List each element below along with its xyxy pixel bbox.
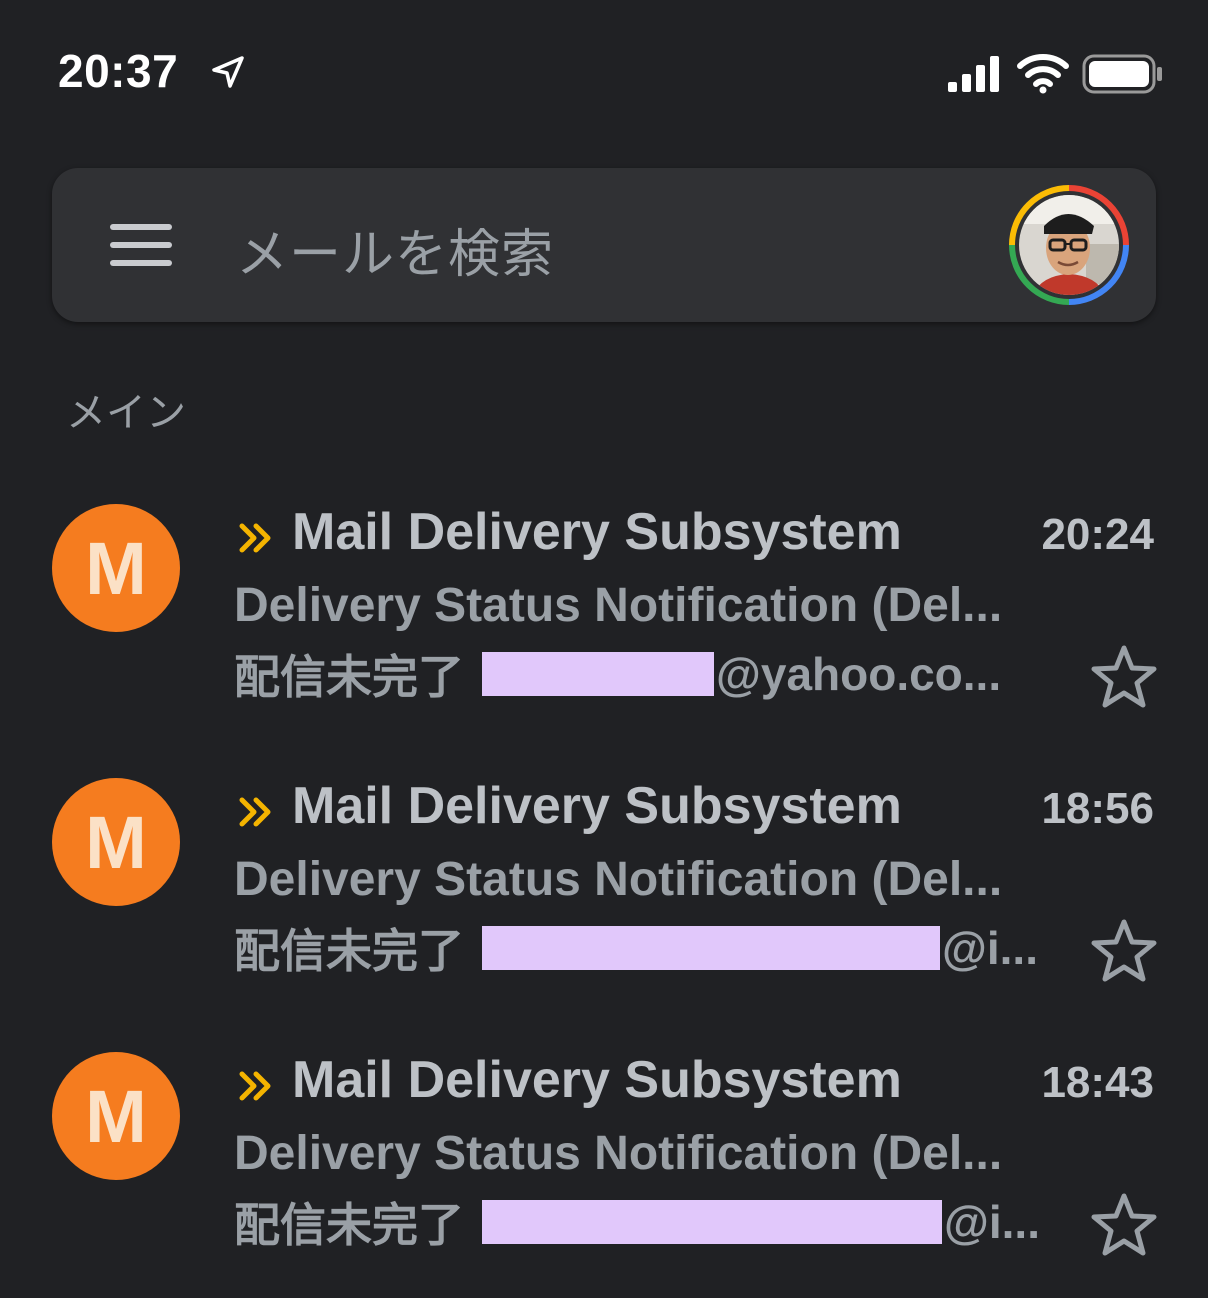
sender-name: Mail Delivery Subsystem <box>292 1051 902 1109</box>
status-time: 20:37 <box>58 45 179 97</box>
snippet-prefix: 配信未完了 <box>234 1198 464 1252</box>
email-time: 20:24 <box>1041 510 1154 559</box>
email-snippet: 配信未完了 @yahoo.co... <box>234 644 1001 704</box>
email-time: 18:56 <box>1041 784 1154 833</box>
wifi-icon <box>1017 54 1069 94</box>
location-arrow-icon <box>212 56 244 88</box>
snippet-prefix: 配信未完了 <box>234 924 464 978</box>
redaction-block <box>482 1200 942 1244</box>
redaction-block <box>482 926 940 970</box>
battery-icon <box>1082 54 1162 94</box>
email-subject: Delivery Status Notification (Del... <box>234 1127 1003 1180</box>
snippet-suffix: @i... <box>942 922 1038 974</box>
important-marker-icon <box>239 797 271 827</box>
sender-avatar[interactable]: M <box>52 778 180 906</box>
snippet-suffix: @yahoo.co... <box>716 648 1002 700</box>
account-avatar[interactable] <box>1008 184 1130 306</box>
email-time: 18:43 <box>1041 1058 1154 1107</box>
search-bar[interactable]: メールを検索 <box>52 168 1156 322</box>
email-list-item[interactable]: M Mail Delivery Subsystem 18:56 Delivery… <box>0 777 1208 1028</box>
email-list-item[interactable]: M Mail Delivery Subsystem 18:43 Delivery… <box>0 1051 1208 1298</box>
status-bar: 20:37 <box>0 0 1208 150</box>
sender-avatar[interactable]: M <box>52 504 180 632</box>
star-outline-icon[interactable] <box>1090 918 1158 984</box>
snippet-prefix: 配信未完了 <box>234 650 464 704</box>
redaction-block <box>482 652 714 696</box>
search-input[interactable]: メールを検索 <box>236 212 554 287</box>
email-snippet: 配信未完了 @i... <box>234 1192 1040 1252</box>
email-subject: Delivery Status Notification (Del... <box>234 853 1003 906</box>
hamburger-menu-icon[interactable] <box>110 222 174 268</box>
cellular-signal-icon <box>948 56 999 92</box>
gmail-inbox-screen: 20:37 メールを検索 メイン M Mail Delivery Subsyst… <box>0 0 1208 1298</box>
sender-name: Mail Delivery Subsystem <box>292 503 902 561</box>
important-marker-icon <box>239 1071 271 1101</box>
star-outline-icon[interactable] <box>1090 1192 1158 1258</box>
sender-name: Mail Delivery Subsystem <box>292 777 902 835</box>
section-label-primary: メイン <box>66 390 186 436</box>
email-subject: Delivery Status Notification (Del... <box>234 579 1003 632</box>
snippet-suffix: @i... <box>944 1196 1040 1248</box>
email-snippet: 配信未完了 @i... <box>234 918 1038 978</box>
email-list-item[interactable]: M Mail Delivery Subsystem 20:24 Delivery… <box>0 503 1208 754</box>
sender-avatar[interactable]: M <box>52 1052 180 1180</box>
important-marker-icon <box>239 523 271 553</box>
star-outline-icon[interactable] <box>1090 644 1158 710</box>
